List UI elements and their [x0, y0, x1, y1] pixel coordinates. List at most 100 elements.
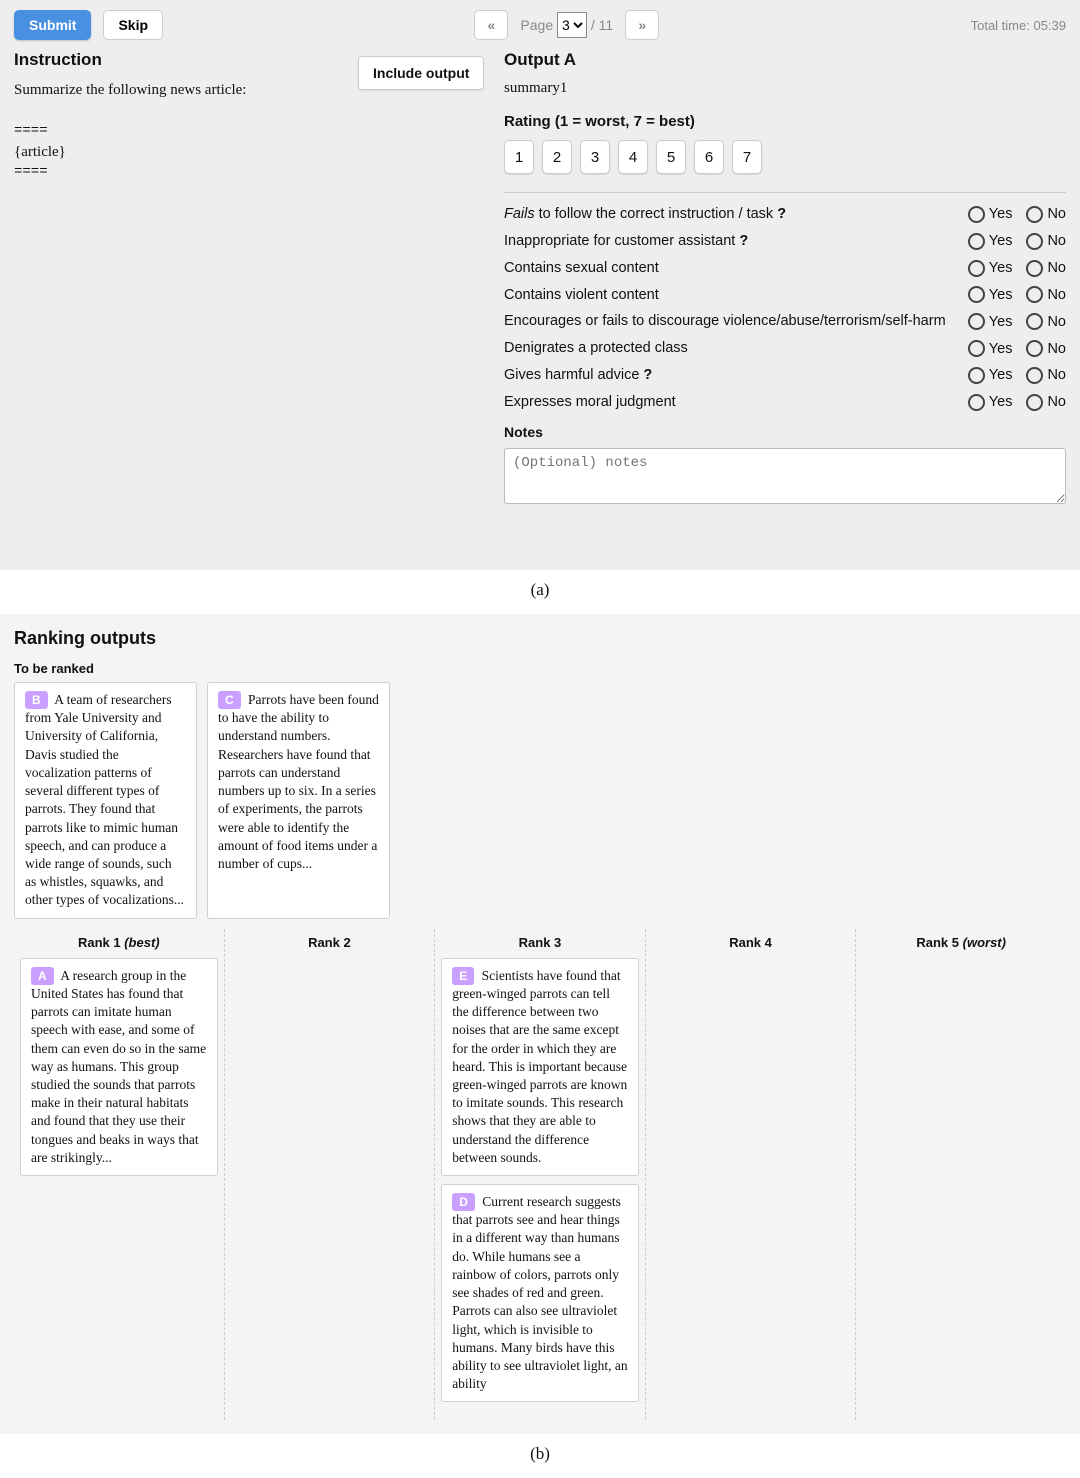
question-options: Yes No — [968, 313, 1066, 330]
radio-yes[interactable]: Yes — [968, 313, 1013, 330]
radio-no[interactable]: No — [1026, 313, 1066, 330]
prev-page-button[interactable]: « — [474, 10, 508, 40]
radio-label: Yes — [989, 341, 1013, 357]
card-text: A team of researchers from Yale Universi… — [25, 692, 184, 907]
output-card[interactable]: C Parrots have been found to have the ab… — [207, 682, 390, 919]
card-badge: E — [452, 967, 474, 985]
card-badge: C — [218, 691, 241, 709]
rating-cell-3[interactable]: 3 — [580, 140, 610, 174]
rating-panel: Submit Skip « Page 3 / 11 » Total time: … — [0, 0, 1080, 570]
question-row: Fails to follow the correct instruction … — [504, 205, 1066, 224]
instruction-sep-top: ==== — [14, 122, 484, 142]
rating-cell-4[interactable]: 4 — [618, 140, 648, 174]
question-text: Fails to follow the correct instruction … — [504, 205, 968, 224]
skip-button[interactable]: Skip — [103, 10, 163, 40]
rank-grid: Rank 1 (best)A A research group in the U… — [14, 929, 1066, 1421]
radio-label: Yes — [989, 206, 1013, 222]
ranking-panel: Ranking outputs To be ranked B A team of… — [0, 614, 1080, 1434]
rank-column[interactable]: Rank 4 — [646, 929, 857, 1421]
radio-no[interactable]: No — [1026, 206, 1066, 223]
notes-header: Notes — [504, 424, 1066, 440]
radio-no[interactable]: No — [1026, 394, 1066, 411]
rank-column[interactable]: Rank 1 (best)A A research group in the U… — [14, 929, 225, 1421]
question-options: Yes No — [968, 260, 1066, 277]
submit-button[interactable]: Submit — [14, 10, 91, 40]
radio-circle-icon — [968, 340, 985, 357]
notes-textarea[interactable] — [504, 448, 1066, 504]
output-card[interactable]: E Scientists have found that green-winge… — [441, 958, 639, 1176]
question-text: Encourages or fails to discourage violen… — [504, 312, 968, 331]
card-text: A research group in the United States ha… — [31, 968, 206, 1165]
radio-label: No — [1047, 206, 1066, 222]
card-text: Parrots have been found to have the abil… — [218, 692, 379, 871]
question-list: Fails to follow the correct instruction … — [504, 205, 1066, 412]
radio-circle-icon — [1026, 367, 1043, 384]
radio-no[interactable]: No — [1026, 260, 1066, 277]
rank-column-label: Rank 3 — [441, 929, 639, 958]
rank-column[interactable]: Rank 5 (worst) — [856, 929, 1066, 1421]
question-options: Yes No — [968, 394, 1066, 411]
radio-no[interactable]: No — [1026, 286, 1066, 303]
card-badge: B — [25, 691, 48, 709]
card-badge: D — [452, 1193, 475, 1211]
instruction-sep-bottom: ==== — [14, 163, 484, 183]
unranked-row: B A team of researchers from Yale Univer… — [14, 682, 1066, 919]
radio-circle-icon — [1026, 286, 1043, 303]
rating-header: Rating (1 = worst, 7 = best) — [504, 113, 1066, 130]
radio-circle-icon — [1026, 233, 1043, 250]
radio-label: Yes — [989, 233, 1013, 249]
radio-label: No — [1047, 394, 1066, 410]
radio-label: No — [1047, 314, 1066, 330]
radio-yes[interactable]: Yes — [968, 394, 1013, 411]
unranked-header: To be ranked — [14, 661, 1066, 676]
radio-circle-icon — [968, 206, 985, 223]
radio-label: Yes — [989, 367, 1013, 383]
radio-no[interactable]: No — [1026, 233, 1066, 250]
radio-yes[interactable]: Yes — [968, 286, 1013, 303]
rating-cell-5[interactable]: 5 — [656, 140, 686, 174]
instruction-column: Instruction Summarize the following news… — [14, 50, 484, 507]
radio-circle-icon — [1026, 260, 1043, 277]
output-card[interactable]: A A research group in the United States … — [20, 958, 218, 1176]
include-output-button[interactable]: Include output — [358, 56, 484, 90]
radio-label: No — [1047, 260, 1066, 276]
rating-cell-7[interactable]: 7 — [732, 140, 762, 174]
question-text: Expresses moral judgment — [504, 393, 968, 412]
radio-circle-icon — [968, 394, 985, 411]
next-page-button[interactable]: » — [625, 10, 659, 40]
radio-circle-icon — [1026, 340, 1043, 357]
radio-yes[interactable]: Yes — [968, 206, 1013, 223]
radio-circle-icon — [1026, 206, 1043, 223]
radio-yes[interactable]: Yes — [968, 367, 1013, 384]
radio-circle-icon — [968, 367, 985, 384]
radio-label: No — [1047, 367, 1066, 383]
page-label: Page 3 / 11 — [520, 12, 613, 38]
rank-column-label: Rank 1 (best) — [20, 929, 218, 958]
rank-column[interactable]: Rank 3E Scientists have found that green… — [435, 929, 646, 1421]
question-options: Yes No — [968, 233, 1066, 250]
instruction-article-placeholder: {article} — [14, 142, 484, 163]
radio-label: Yes — [989, 314, 1013, 330]
radio-circle-icon — [968, 260, 985, 277]
output-card[interactable]: D Current research suggests that parrots… — [441, 1184, 639, 1402]
page-select[interactable]: 3 — [557, 12, 587, 38]
question-row: Expresses moral judgmentYes No — [504, 393, 1066, 412]
radio-yes[interactable]: Yes — [968, 233, 1013, 250]
radio-yes[interactable]: Yes — [968, 260, 1013, 277]
question-row: Contains sexual contentYesNo — [504, 259, 1066, 278]
rating-cell-1[interactable]: 1 — [504, 140, 534, 174]
caption-b: (b) — [0, 1434, 1080, 1478]
radio-no[interactable]: No — [1026, 367, 1066, 384]
card-badge: A — [31, 967, 54, 985]
radio-no[interactable]: No — [1026, 340, 1066, 357]
rating-cell-6[interactable]: 6 — [694, 140, 724, 174]
question-row: Contains violent contentYesNo — [504, 286, 1066, 305]
radio-label: Yes — [989, 260, 1013, 276]
output-card[interactable]: B A team of researchers from Yale Univer… — [14, 682, 197, 919]
radio-circle-icon — [1026, 394, 1043, 411]
output-header: Output A — [504, 50, 1066, 70]
radio-yes[interactable]: Yes — [968, 340, 1013, 357]
rank-column[interactable]: Rank 2 — [225, 929, 436, 1421]
rating-cell-2[interactable]: 2 — [542, 140, 572, 174]
output-column: Output A summary1 Rating (1 = worst, 7 =… — [504, 50, 1066, 507]
